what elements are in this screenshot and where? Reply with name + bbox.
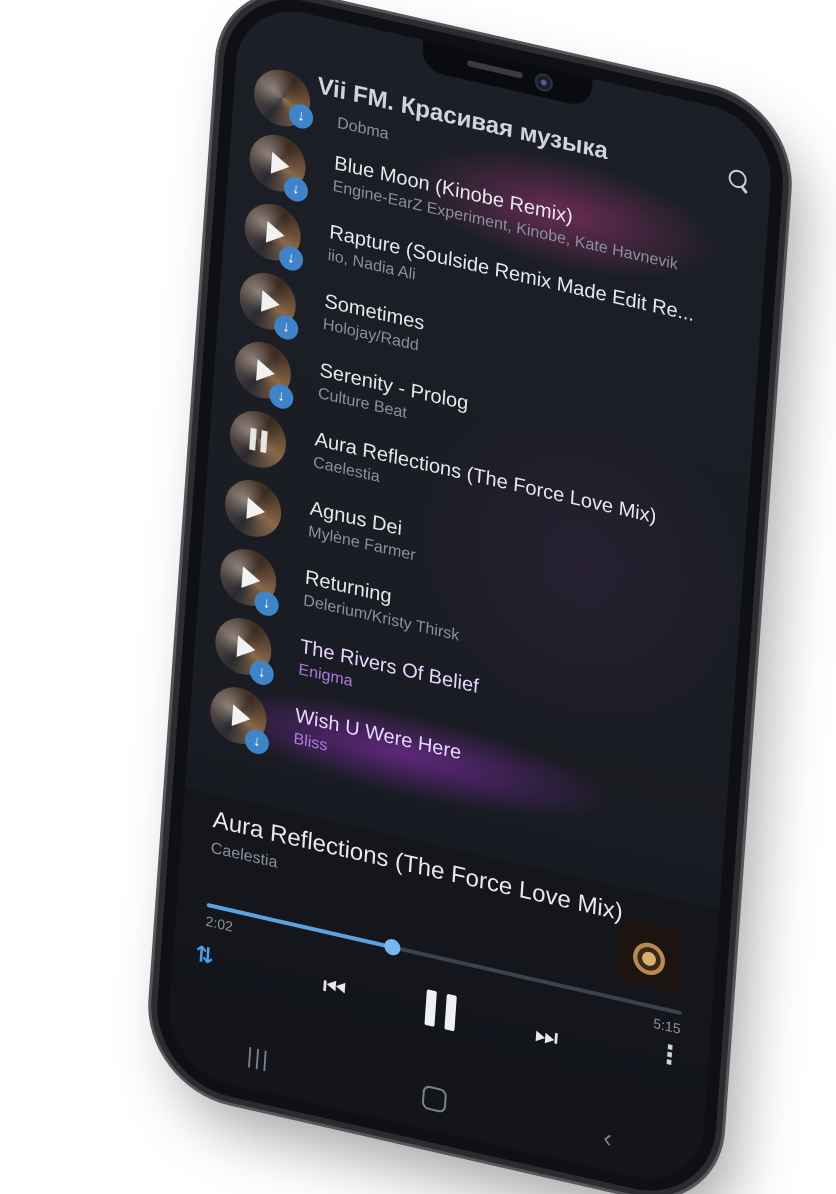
track-artist: Bliss bbox=[293, 730, 328, 755]
play-icon[interactable] bbox=[231, 704, 252, 731]
recent-apps-icon[interactable]: ||| bbox=[246, 1042, 271, 1073]
download-icon[interactable]: ↓ bbox=[244, 727, 270, 757]
total-duration: 5:15 bbox=[652, 1014, 682, 1037]
mockup-stage: ← Vii FM. Красивая музыка ↓ Dobma ↓ Blue… bbox=[0, 0, 836, 1194]
skip-previous-icon[interactable]: ⏮ bbox=[322, 970, 347, 1007]
download-icon[interactable]: ↓ bbox=[248, 658, 275, 688]
pause-icon[interactable] bbox=[249, 428, 268, 454]
play-icon[interactable] bbox=[241, 566, 261, 593]
play-icon[interactable] bbox=[236, 635, 257, 662]
seek-handle[interactable] bbox=[383, 937, 401, 957]
home-icon[interactable] bbox=[421, 1084, 448, 1114]
download-icon[interactable]: ↓ bbox=[283, 174, 309, 204]
phone-frame: ← Vii FM. Красивая музыка ↓ Dobma ↓ Blue… bbox=[151, 0, 789, 1194]
search-icon[interactable] bbox=[728, 168, 748, 190]
track-list: ↓ Dobma ↓ Blue Moon (Kinobe Remix) Engin… bbox=[188, 64, 769, 862]
sort-icon[interactable]: ⇅ bbox=[194, 940, 214, 970]
more-vertical-icon[interactable]: ⋮ bbox=[656, 1037, 684, 1073]
now-playing-cover[interactable] bbox=[615, 916, 684, 995]
download-icon[interactable]: ↓ bbox=[278, 243, 304, 273]
pause-button[interactable] bbox=[422, 989, 458, 1032]
download-icon[interactable]: ↓ bbox=[253, 589, 280, 619]
play-icon[interactable] bbox=[256, 359, 276, 385]
elapsed-time: 2:02 bbox=[205, 912, 234, 935]
play-icon[interactable] bbox=[246, 497, 266, 523]
download-icon[interactable]: ↓ bbox=[273, 312, 299, 343]
play-icon[interactable] bbox=[260, 289, 281, 316]
skip-next-icon[interactable]: ⏭ bbox=[534, 1018, 559, 1055]
system-back-icon[interactable]: ‹ bbox=[602, 1122, 613, 1155]
seek-progress bbox=[206, 902, 393, 950]
phone-screen: ← Vii FM. Красивая музыка ↓ Dobma ↓ Blue… bbox=[164, 0, 776, 1192]
download-icon[interactable]: ↓ bbox=[288, 101, 314, 131]
download-icon[interactable]: ↓ bbox=[268, 381, 295, 412]
play-icon[interactable] bbox=[270, 151, 291, 178]
play-icon[interactable] bbox=[265, 220, 286, 247]
